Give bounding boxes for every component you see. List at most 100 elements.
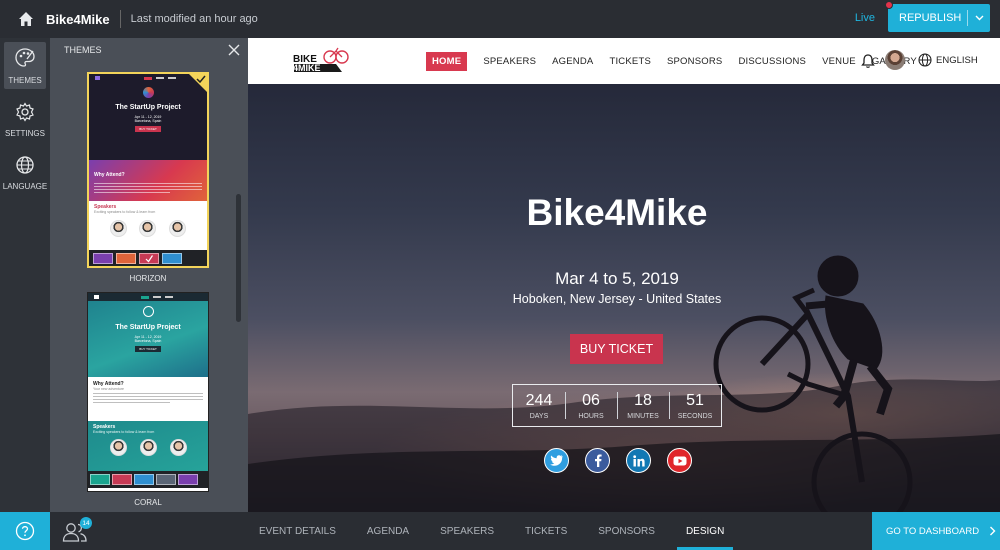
home-icon[interactable]: [16, 9, 36, 29]
go-to-dashboard-button[interactable]: GO TO DASHBOARD: [872, 512, 1000, 550]
tab-event-details[interactable]: EVENT DETAILS: [250, 512, 345, 550]
chevron-down-icon[interactable]: [968, 15, 990, 21]
globe-icon: [15, 155, 35, 177]
tab-tickets[interactable]: TICKETS: [516, 512, 576, 550]
mini-why-subtitle: Your new adventure: [93, 387, 125, 391]
countdown-value: 244: [525, 391, 553, 409]
countdown-label: SECONDS: [677, 412, 713, 420]
speaker-avatar: [110, 220, 128, 237]
avatar[interactable]: [885, 50, 905, 70]
language-selector[interactable]: ENGLISH: [918, 53, 978, 67]
mini-hero-place: Barcelona, Spain: [134, 119, 162, 123]
live-status[interactable]: Live: [855, 12, 875, 24]
rail-label: LANGUAGE: [2, 181, 48, 191]
nav-item-home[interactable]: HOME: [426, 52, 468, 71]
hero-section: Bike4Mike Mar 4 to 5, 2019 Hoboken, New …: [248, 84, 1000, 512]
countdown-value: 18: [634, 391, 652, 409]
color-swatch[interactable]: [90, 474, 110, 485]
nav-item-tickets[interactable]: TICKETS: [609, 56, 651, 67]
facebook-icon[interactable]: [585, 448, 610, 473]
countdown-label: MINUTES: [627, 412, 659, 420]
color-swatch[interactable]: [134, 474, 154, 485]
theme-swatches: [88, 471, 208, 488]
palette-icon: [14, 47, 36, 71]
language-label: ENGLISH: [936, 54, 978, 66]
site-preview: BIKE 4MIKE HOME SPEAKERS AGENDA TICKETS …: [248, 38, 1000, 512]
linkedin-icon[interactable]: [626, 448, 651, 473]
youtube-icon[interactable]: [667, 448, 692, 473]
site-logo[interactable]: BIKE 4MIKE: [290, 46, 350, 76]
bottom-tabs: EVENT DETAILS AGENDA SPEAKERS TICKETS SP…: [250, 512, 746, 550]
color-swatch[interactable]: [93, 253, 113, 264]
mini-why-title: Why Attend?: [94, 172, 125, 178]
nav-item-venue[interactable]: VENUE: [822, 56, 856, 67]
people-count-badge: 14: [80, 517, 92, 529]
close-icon[interactable]: [227, 43, 241, 57]
themes-scrollbar[interactable]: [236, 194, 241, 322]
theme-thumbnail[interactable]: The StartUp Project Apr 11 - 12, 2019 Ba…: [87, 292, 209, 492]
hero-date: Mar 4 to 5, 2019: [555, 269, 679, 288]
rail-item-themes[interactable]: THEMES: [4, 42, 46, 89]
mini-buy-button: BUY TICKET: [135, 126, 161, 132]
app-title: Bike4Mike: [46, 11, 110, 27]
theme-card-coral[interactable]: The StartUp Project Apr 11 - 12, 2019 Ba…: [87, 292, 209, 507]
theme-card-horizon[interactable]: The StartUp Project Apr 11 - 12, 2019 Ba…: [87, 72, 209, 283]
mini-speakers-section: Speakers Exciting speakers to follow & l…: [89, 201, 207, 250]
theme-name: CORAL: [134, 498, 162, 507]
color-swatch[interactable]: [116, 253, 136, 264]
countdown-days: 244 DAYS: [513, 384, 565, 427]
tab-design[interactable]: DESIGN: [676, 512, 734, 550]
help-button[interactable]: [0, 512, 50, 550]
nav-item-agenda[interactable]: AGENDA: [552, 56, 593, 67]
rail-label: THEMES: [8, 75, 42, 85]
social-links: [544, 448, 692, 473]
left-rail: THEMES SETTINGS LANGUAGE: [0, 38, 50, 512]
themes-panel-title: THEMES: [64, 45, 102, 55]
mini-nav-item: [144, 76, 152, 80]
notification-dot: [885, 1, 893, 9]
mini-speaker-avatars: [94, 220, 202, 237]
bell-icon[interactable]: [860, 53, 876, 69]
mini-nav-item: [141, 295, 149, 299]
nav-item-speakers[interactable]: SPEAKERS: [483, 56, 536, 67]
buy-ticket-button[interactable]: BUY TICKET: [570, 334, 663, 364]
mini-speakers-subtitle: Exciting speakers to follow & learn from: [94, 210, 156, 214]
gear-icon: [15, 101, 35, 124]
rail-item-language[interactable]: LANGUAGE: [0, 146, 50, 199]
mini-hero: The StartUp Project Apr 11 - 12, 2019 Ba…: [88, 293, 208, 377]
logo-text-bottom: 4MIKE: [293, 63, 321, 73]
color-swatch[interactable]: [156, 474, 176, 485]
mini-buy-button: BUY TICKET: [135, 346, 161, 352]
tab-sponsors[interactable]: SPONSORS: [589, 512, 664, 550]
nav-item-discussions[interactable]: DISCUSSIONS: [738, 56, 806, 67]
themes-panel: THEMES The StartUp Project Apr 11 - 12, …: [50, 38, 248, 512]
themes-panel-header: THEMES: [50, 38, 248, 62]
go-to-dashboard-label: GO TO DASHBOARD: [886, 525, 980, 537]
color-swatch[interactable]: [162, 253, 182, 264]
republish-label: REPUBLISH: [899, 12, 962, 24]
mini-logo: [95, 76, 100, 80]
chevron-right-icon: [990, 526, 996, 536]
mini-nav: [88, 293, 208, 301]
globe-icon: [918, 53, 932, 67]
speaker-avatar: [168, 220, 186, 237]
twitter-icon[interactable]: [544, 448, 569, 473]
mini-hero-title: The StartUp Project: [115, 104, 181, 111]
countdown-label: HOURS: [578, 412, 604, 420]
color-swatch[interactable]: [112, 474, 132, 485]
nav-item-sponsors[interactable]: SPONSORS: [667, 56, 722, 67]
rail-label: SETTINGS: [4, 128, 45, 138]
color-swatch[interactable]: [178, 474, 198, 485]
rail-item-settings[interactable]: SETTINGS: [0, 93, 50, 146]
mini-hero-logo: [142, 87, 154, 98]
mini-nav-item: [168, 77, 176, 79]
mini-speaker-avatars: [93, 439, 203, 456]
theme-thumbnail[interactable]: The StartUp Project Apr 11 - 12, 2019 Ba…: [87, 72, 209, 268]
color-swatch-selected[interactable]: [139, 253, 159, 264]
tab-speakers[interactable]: SPEAKERS: [431, 512, 503, 550]
mini-logo: [94, 295, 99, 299]
republish-button[interactable]: REPUBLISH: [885, 1, 990, 32]
tab-agenda[interactable]: AGENDA: [358, 512, 418, 550]
theme-name: HORIZON: [129, 274, 167, 283]
hero-title: Bike4Mike: [526, 192, 708, 233]
